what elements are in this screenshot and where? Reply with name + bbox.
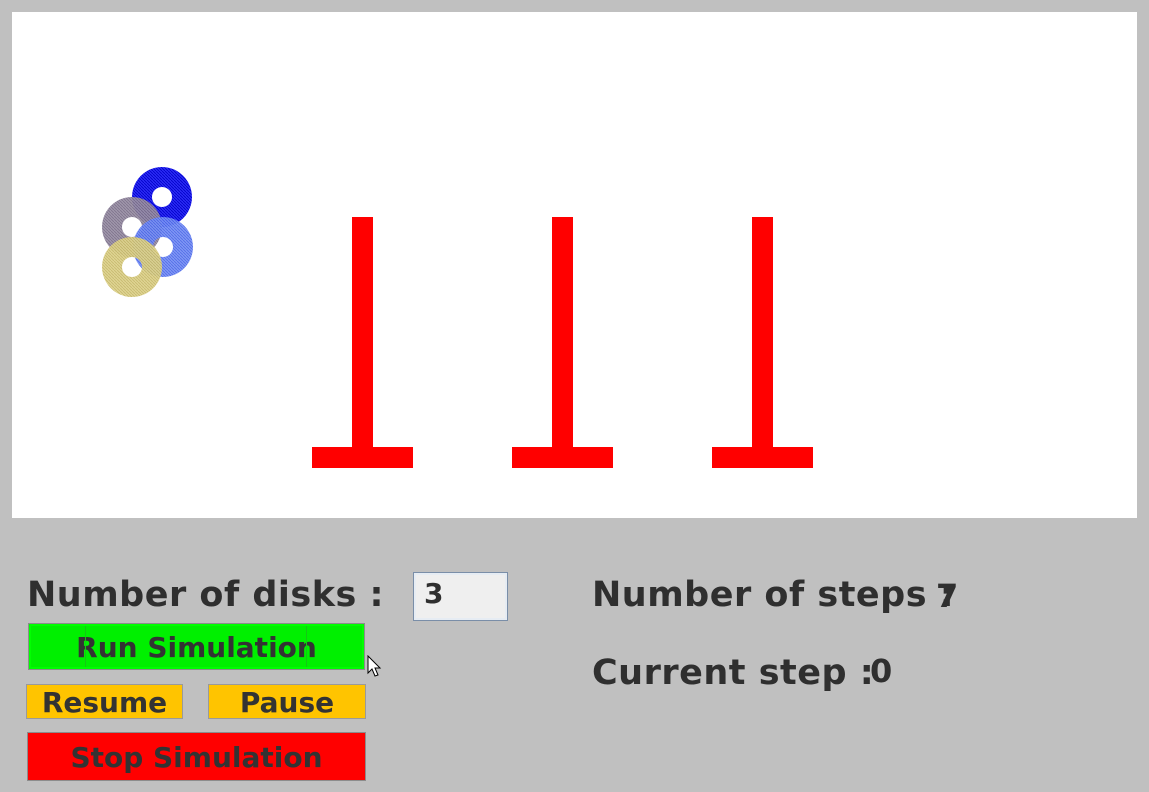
stop-simulation-button[interactable]: Stop Simulation	[27, 732, 366, 781]
button-divider	[85, 626, 86, 667]
stop-simulation-label: Stop Simulation	[70, 741, 323, 774]
peg-2	[512, 217, 613, 468]
disk-khaki	[102, 237, 163, 297]
peg-3	[712, 217, 813, 468]
steps-label: Number of steps :	[592, 575, 955, 615]
run-simulation-label: Run Simulation	[76, 631, 317, 664]
disks-label: Number of disks :	[27, 575, 385, 615]
tower-scene	[102, 167, 813, 468]
run-simulation-button[interactable]: Run Simulation	[28, 623, 365, 670]
steps-value: 7	[936, 577, 959, 615]
resume-button[interactable]: Resume	[26, 684, 183, 719]
mouse-cursor-icon	[367, 655, 382, 677]
current-step-value: 0	[870, 652, 893, 690]
simulation-canvas	[12, 12, 1137, 518]
disks-input[interactable]: 3	[413, 572, 508, 621]
button-divider	[306, 626, 307, 667]
pause-label: Pause	[239, 686, 335, 719]
resume-label: Resume	[41, 686, 168, 719]
pause-button[interactable]: Pause	[208, 684, 366, 719]
peg-1	[312, 217, 413, 468]
current-step-label: Current step :	[592, 653, 875, 693]
